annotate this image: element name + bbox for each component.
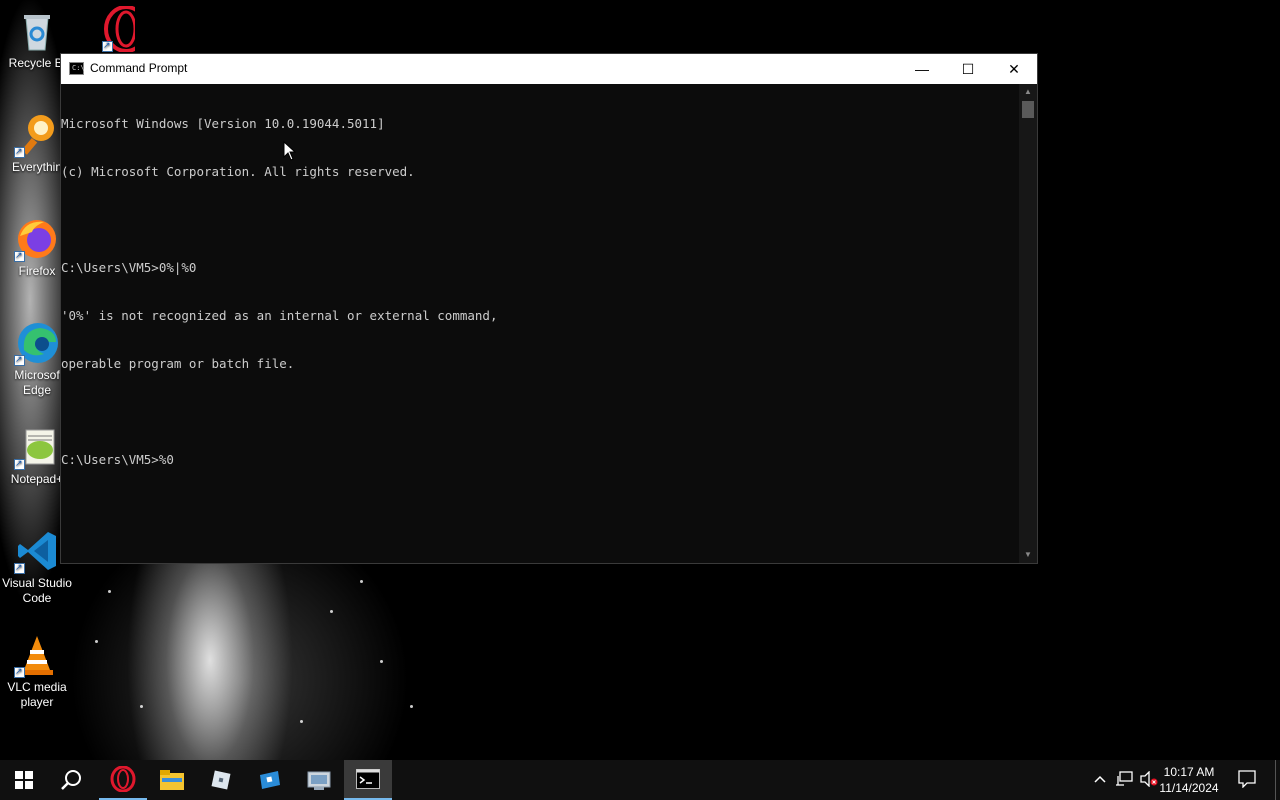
taskbar-clock[interactable]: 10:17 AM 11/14/2024 xyxy=(1154,764,1224,796)
notepad-plus-plus-icon xyxy=(14,424,60,471)
file-explorer-icon xyxy=(160,770,184,790)
edge-icon xyxy=(14,320,60,367)
minimize-button[interactable]: — xyxy=(899,54,945,84)
roblox-icon xyxy=(260,771,280,789)
mouse-pointer-icon xyxy=(283,141,297,161)
scroll-up-arrow-icon[interactable]: ▲ xyxy=(1019,84,1037,100)
taskbar-opera[interactable] xyxy=(99,760,147,800)
network-icon[interactable] xyxy=(1116,771,1134,790)
close-button[interactable]: ✕ xyxy=(991,54,1037,84)
system-tray: 10:17 AM 11/14/2024 xyxy=(1090,760,1280,800)
shortcut-arrow-icon xyxy=(14,352,25,367)
vscode-icon xyxy=(14,528,60,575)
shortcut-arrow-icon xyxy=(14,248,25,263)
taskbar-roblox-studio[interactable] xyxy=(197,760,245,800)
scroll-down-arrow-icon[interactable]: ▼ xyxy=(1019,547,1037,563)
console-line: Microsoft Windows [Version 10.0.19044.50… xyxy=(61,116,385,131)
command-prompt-icon xyxy=(356,769,380,789)
command-prompt-window[interactable]: C:\ Command Prompt — ☐ ✕ Microsoft Windo… xyxy=(60,53,1038,564)
shortcut-arrow-icon xyxy=(14,456,25,471)
shortcut-arrow-icon xyxy=(102,38,113,53)
title-bar[interactable]: C:\ Command Prompt — ☐ ✕ xyxy=(61,54,1037,84)
console-line: '0%' is not recognized as an internal or… xyxy=(61,308,498,323)
start-button[interactable] xyxy=(0,760,48,800)
clock-time: 10:17 AM xyxy=(1163,765,1215,779)
roblox-studio-icon xyxy=(211,770,231,790)
opera-icon xyxy=(110,766,136,792)
desktop-icon-label: Microsof Edge xyxy=(14,368,60,397)
console-line: C:\Users\VM5>0%|%0 xyxy=(61,260,197,275)
shortcut-arrow-icon xyxy=(14,560,25,575)
console-prompt-line[interactable]: C:\Users\VM5>%0 xyxy=(61,452,1019,468)
search-button[interactable] xyxy=(48,760,96,800)
everything-search-icon xyxy=(14,112,60,159)
window-title: Command Prompt xyxy=(90,61,188,75)
scroll-thumb[interactable] xyxy=(1022,101,1034,118)
taskbar: 10:17 AM 11/14/2024 xyxy=(0,760,1280,800)
recycle-bin-icon xyxy=(14,8,60,54)
maximize-button[interactable]: ☐ xyxy=(945,54,991,84)
console-line: operable program or batch file. xyxy=(61,356,295,371)
windows-start-icon xyxy=(15,771,33,789)
show-hidden-icons-chevron-icon[interactable] xyxy=(1094,771,1106,787)
console-output[interactable]: Microsoft Windows [Version 10.0.19044.50… xyxy=(61,84,1019,563)
console-line: (c) Microsoft Corporation. All rights re… xyxy=(61,164,415,179)
command-prompt-icon: C:\ xyxy=(69,62,85,75)
desktop-icon-opera[interactable] xyxy=(75,5,149,54)
desktop-icon-label: VLC media player xyxy=(7,680,67,709)
desktop-icon-vlc[interactable]: VLC media player xyxy=(0,632,74,710)
taskbar-control-panel[interactable] xyxy=(295,760,343,800)
control-panel-icon xyxy=(307,771,331,790)
opera-icon xyxy=(89,5,148,53)
shortcut-arrow-icon xyxy=(14,144,25,159)
taskbar-roblox[interactable] xyxy=(246,760,294,800)
taskbar-command-prompt[interactable] xyxy=(344,760,392,800)
show-desktop-divider[interactable] xyxy=(1275,760,1276,800)
search-icon xyxy=(61,770,81,790)
clock-date: 11/14/2024 xyxy=(1159,781,1219,795)
taskbar-file-explorer[interactable] xyxy=(148,760,196,800)
vlc-icon xyxy=(14,632,60,679)
action-center-notification-icon[interactable] xyxy=(1238,770,1256,791)
vertical-scrollbar[interactable]: ▲ ▼ xyxy=(1019,84,1037,563)
firefox-icon xyxy=(14,216,60,263)
shortcut-arrow-icon xyxy=(14,664,25,679)
desktop-icon-label: Visual Studio Code xyxy=(2,576,72,605)
